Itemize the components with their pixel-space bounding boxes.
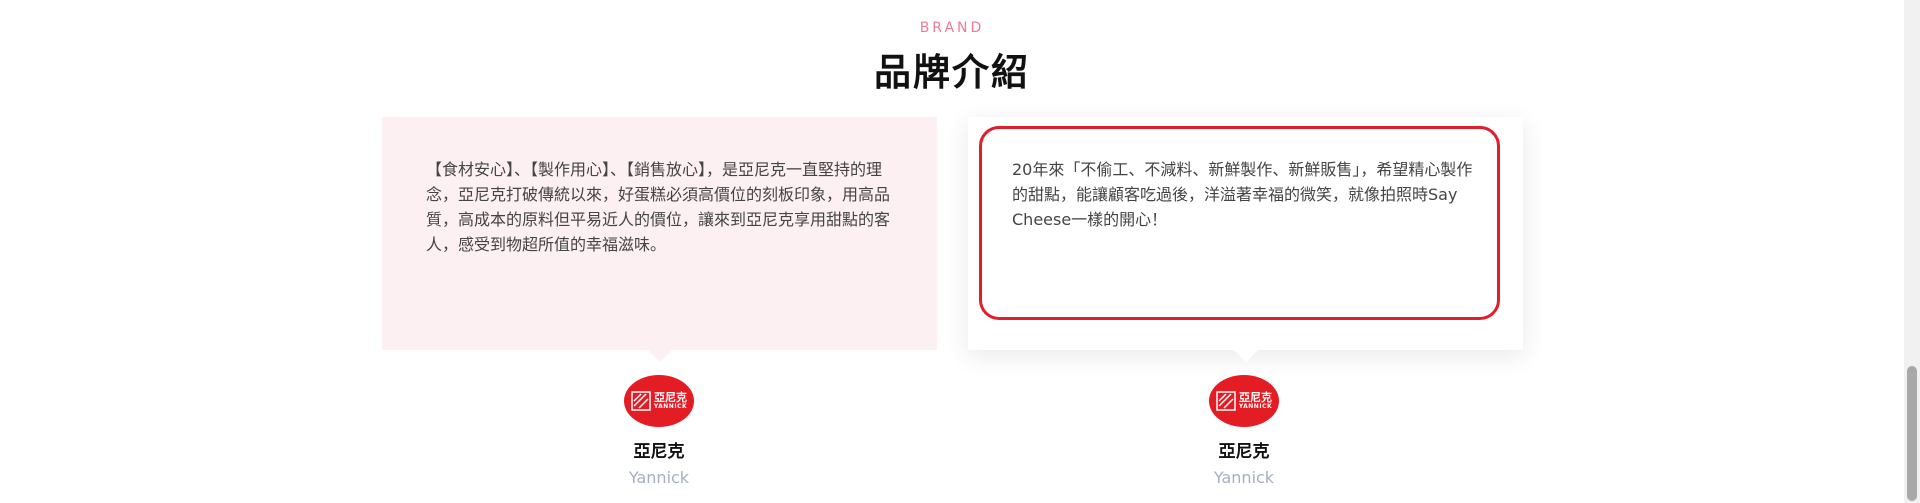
author-role: Yannick: [1213, 468, 1275, 487]
logo-text-en: YANNICK: [1238, 403, 1273, 410]
testimonial-card-1: 【食材安心】、【製作用心】、【銷售放心】，是亞尼克一直堅持的理念，亞尼克打破傳統…: [382, 117, 937, 362]
author-name: 亞尼克: [633, 442, 685, 462]
author-role: Yannick: [628, 468, 690, 487]
card-pointer: [647, 350, 672, 362]
section-title: 品牌介紹: [874, 51, 1030, 94]
testimonial-author-2: 亞尼克 YANNICK 亞尼克 Yannick: [1164, 375, 1324, 487]
testimonial-text: 20年來「不偷工、不減料、新鮮製作、新鮮販售」，希望精心製作的甜點，能讓顧客吃過…: [1012, 160, 1473, 229]
testimonial-card-2: 20年來「不偷工、不減料、新鮮製作、新鮮販售」，希望精心製作的甜點，能讓顧客吃過…: [968, 117, 1523, 362]
testimonial-text: 【食材安心】、【製作用心】、【銷售放心】，是亞尼克一直堅持的理念，亞尼克打破傳統…: [426, 160, 891, 254]
logo-wordmark: 亞尼克 YANNICK: [654, 392, 687, 410]
card-pointer: [1233, 350, 1258, 362]
stripes-icon: [1216, 391, 1236, 411]
logo-text-cn: 亞尼克: [654, 391, 687, 404]
scrollbar-thumb[interactable]: [1907, 366, 1917, 501]
yannick-logo-icon: 亞尼克 YANNICK: [1209, 375, 1279, 427]
logo-wordmark: 亞尼克 YANNICK: [1239, 392, 1272, 410]
logo-text-en: YANNICK: [653, 403, 688, 410]
testimonial-author-1: 亞尼克 YANNICK 亞尼克 Yannick: [579, 375, 739, 487]
section-eyebrow: BRAND: [919, 20, 985, 36]
logo-text-cn: 亞尼克: [1239, 391, 1272, 404]
stripes-icon: [631, 391, 651, 411]
brand-section: BRAND 品牌介紹 【食材安心】、【製作用心】、【銷售放心】，是亞尼克一直堅持…: [0, 0, 1920, 503]
author-name: 亞尼克: [1218, 442, 1270, 462]
yannick-logo-icon: 亞尼克 YANNICK: [624, 375, 694, 427]
scrollbar[interactable]: [1904, 0, 1920, 503]
